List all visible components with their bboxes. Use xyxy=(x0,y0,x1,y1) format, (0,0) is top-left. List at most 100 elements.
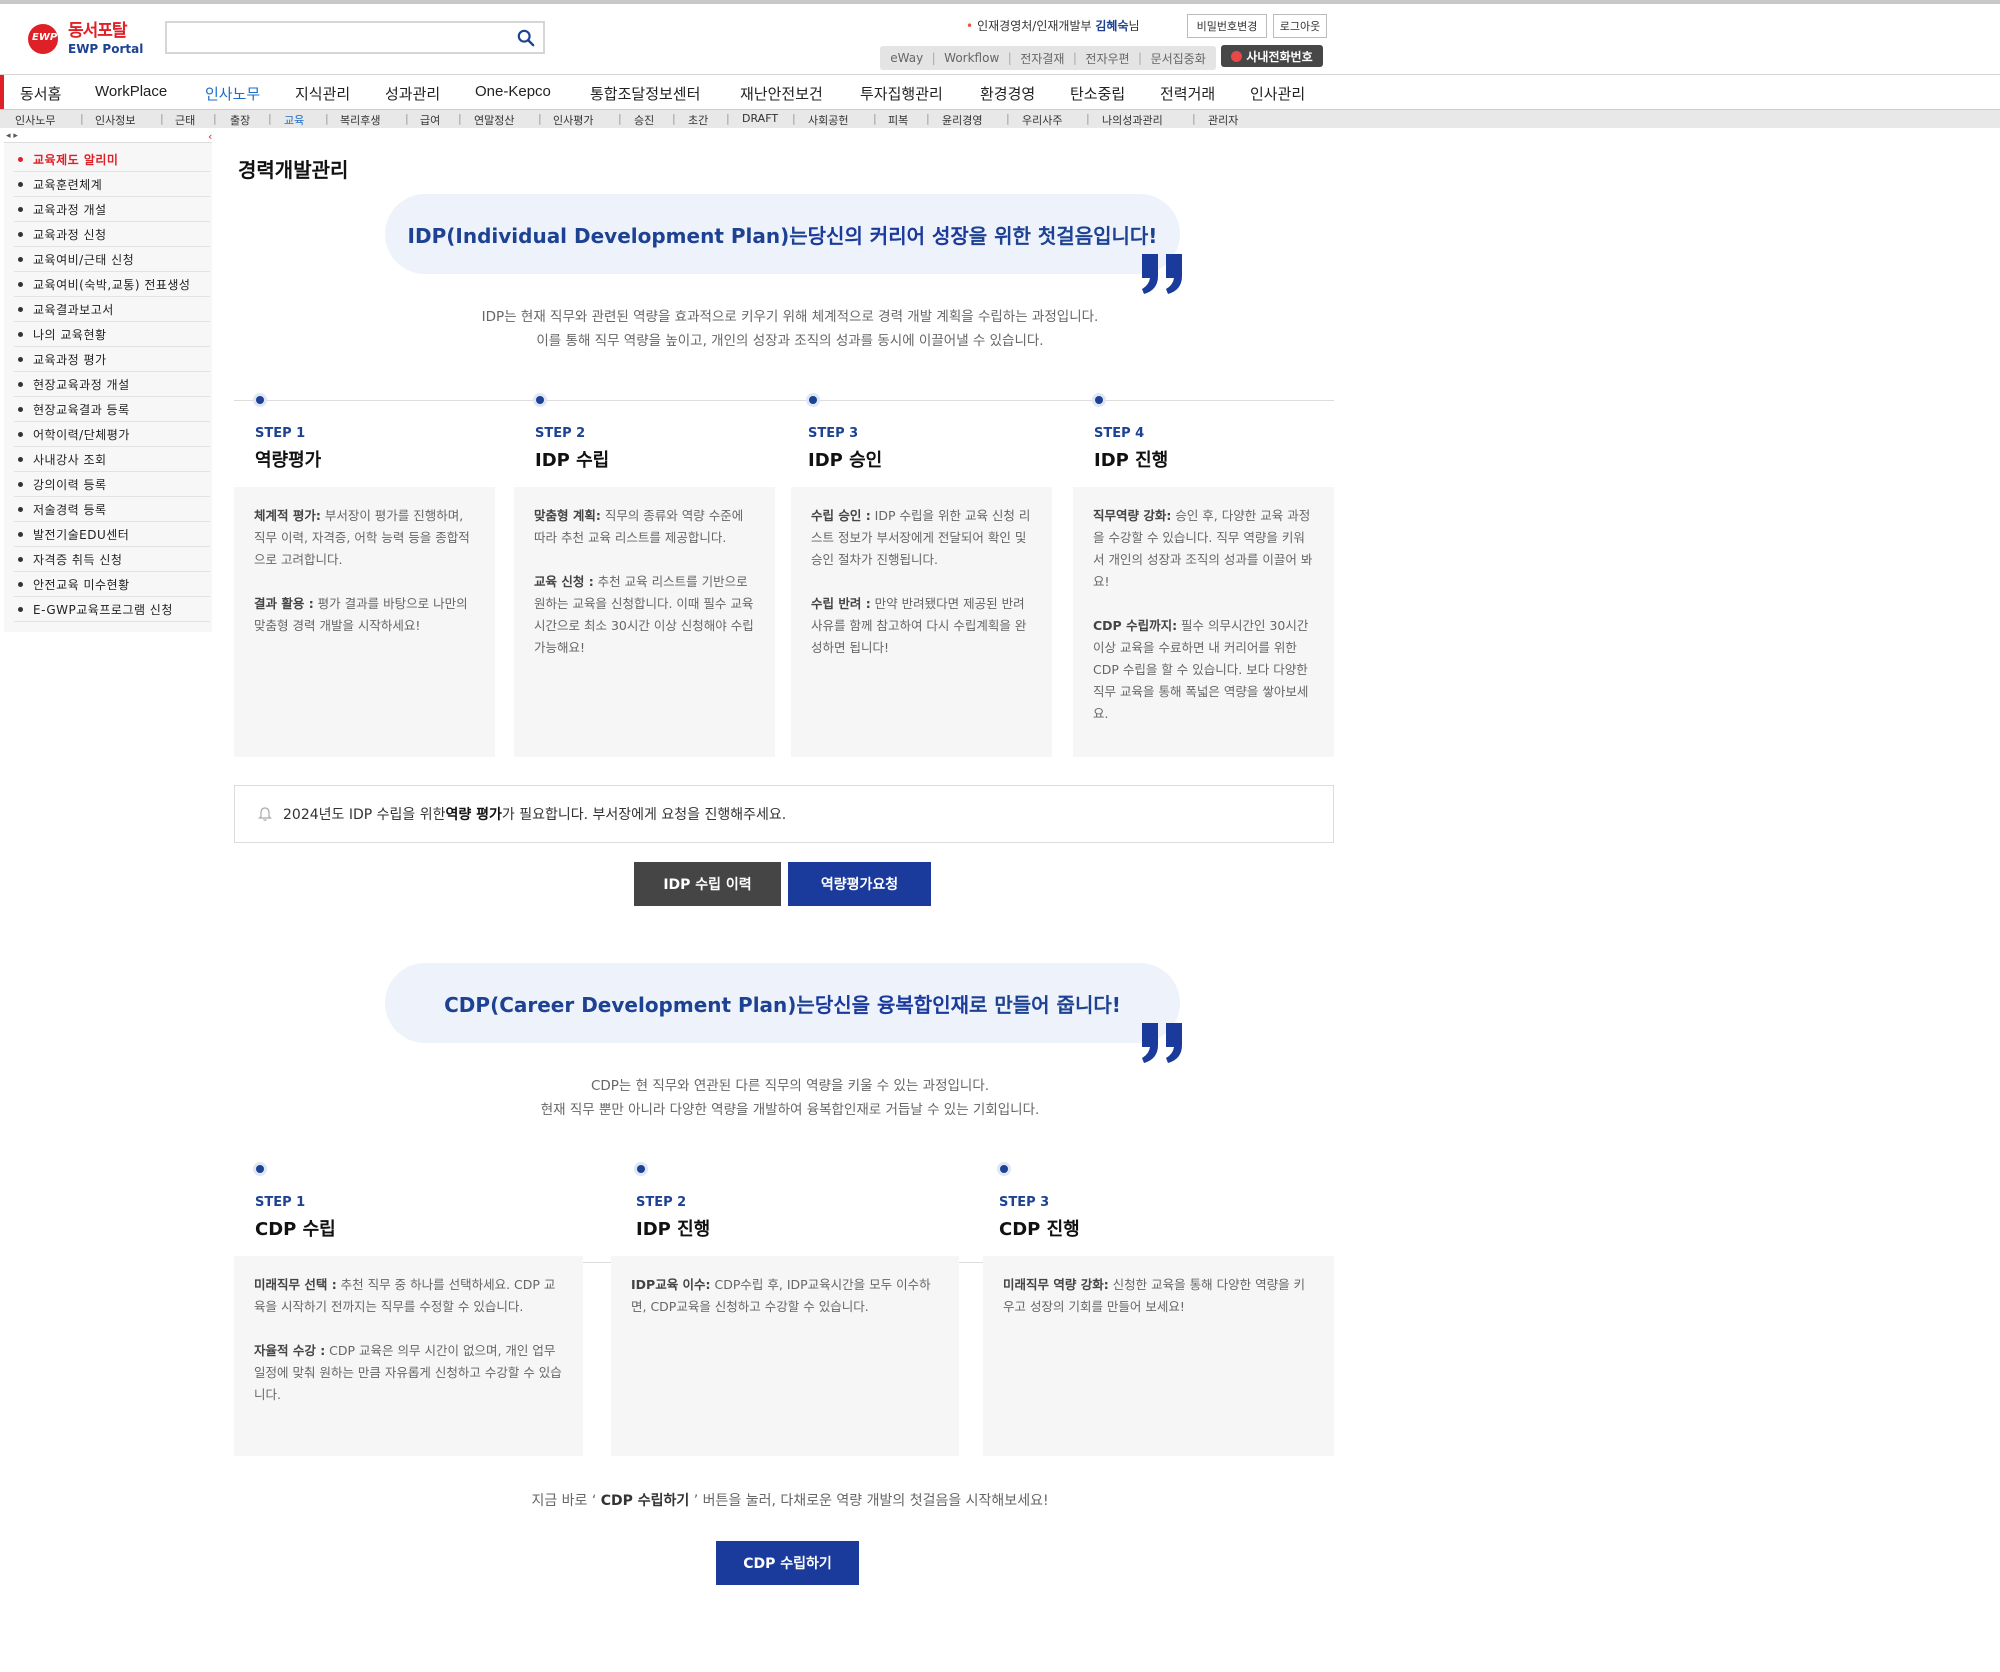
nav-item-hr-management[interactable]: 인사관리 xyxy=(1250,83,1305,104)
subnav-item-promotion[interactable]: 승진 xyxy=(634,112,654,128)
cdp-step-1-card: 미래직무 선택 : 추천 직무 중 하나를 선택하세요. CDP 교육을 시작하… xyxy=(234,1256,583,1456)
quick-link-email[interactable]: 전자우편 xyxy=(1085,50,1129,67)
step-dot xyxy=(806,393,820,407)
idp-step-4-title: IDP 진행 xyxy=(1094,450,1169,471)
sidebar-item-course-eval[interactable]: 교육과정 평가 xyxy=(14,347,210,372)
subnav-item-draft[interactable]: DRAFT xyxy=(742,112,778,125)
step-dot xyxy=(253,393,267,407)
search-icon[interactable] xyxy=(517,29,535,47)
quick-link-eway[interactable]: eWay xyxy=(890,51,923,65)
cdp-banner: CDP(Career Development Plan)는 당신을 융복합인재 로 … xyxy=(385,963,1180,1043)
nav-item-safety[interactable]: 재난안전보건 xyxy=(740,83,823,104)
sidebar-item-edu-guide[interactable]: 교육제도 알리미 xyxy=(14,147,210,172)
nav-item-performance[interactable]: 성과관리 xyxy=(385,83,440,104)
nav-item-environment[interactable]: 환경경영 xyxy=(980,83,1035,104)
sidebar-item-egwp[interactable]: E-GWP교육프로그램 신청 xyxy=(14,597,210,622)
nav-item-one-kepco[interactable]: One-Kepco xyxy=(475,83,551,100)
quote-icon xyxy=(1142,1023,1182,1063)
subnav-item-hr[interactable]: 인사노무 xyxy=(15,112,55,128)
sidebar-item-expense-apply[interactable]: 교육여비/근태 신청 xyxy=(14,247,210,272)
user-dept: 인재경영처/인재개발부 xyxy=(977,19,1092,33)
phone-directory-button[interactable]: 사내전화번호 xyxy=(1221,45,1323,67)
sidebar-item-my-education[interactable]: 나의 교육현황 xyxy=(14,322,210,347)
bell-icon xyxy=(258,807,272,821)
sidebar-item-field-course-open[interactable]: 현장교육과정 개설 xyxy=(14,372,210,397)
quick-link-approval[interactable]: 전자결재 xyxy=(1020,50,1064,67)
idp-step-4-number: STEP 4 xyxy=(1094,426,1145,441)
subnav-item-welfare[interactable]: 복리후생 xyxy=(340,112,380,128)
cdp-step-2-number: STEP 2 xyxy=(636,1195,687,1210)
nav-item-power-trade[interactable]: 전력거래 xyxy=(1160,83,1215,104)
nav-item-investment[interactable]: 투자집행관리 xyxy=(860,83,943,104)
subnav-item-uniform[interactable]: 피복 xyxy=(888,112,908,128)
sidebar-item-expense-slip[interactable]: 교육여비(숙박,교통) 전표생성 xyxy=(14,272,210,297)
ewp-logo-icon: EWP xyxy=(26,22,72,56)
subnav-item-education[interactable]: 교육 xyxy=(284,112,304,128)
sidebar-item-instructor[interactable]: 사내강사 조회 xyxy=(14,447,210,472)
subnav-item-attendance[interactable]: 근태 xyxy=(175,112,195,128)
sidebar-item-course-open[interactable]: 교육과정 개설 xyxy=(14,197,210,222)
sidebar-item-writing[interactable]: 저술경력 등록 xyxy=(14,497,210,522)
evaluation-notice: 2024년도 IDP 수립을 위한 역량 평가 가 필요합니다. 부서장에게 요청… xyxy=(234,785,1334,843)
cdp-connector xyxy=(959,1262,983,1263)
subnav-item-my-performance[interactable]: 나의성과관리 xyxy=(1102,112,1163,128)
idp-step-1-card: 체계적 평가: 부서장이 평가를 진행하며, 직무 이력, 자격증, 어학 능력… xyxy=(234,487,495,757)
logout-button[interactable]: 로그아웃 xyxy=(1273,14,1327,38)
nav-item-procurement[interactable]: 통합조달정보센터 xyxy=(590,83,700,104)
subnav-item-social[interactable]: 사회공헌 xyxy=(808,112,848,128)
evaluation-request-button[interactable]: 역량평가요청 xyxy=(788,862,931,906)
idp-step-1-number: STEP 1 xyxy=(255,426,306,441)
cdp-step-3-number: STEP 3 xyxy=(999,1195,1050,1210)
cdp-intro: CDP는 현 직무와 연관된 다른 직무의 역량을 키울 수 있는 과정입니다.… xyxy=(540,1078,1040,1118)
subnav-item-tax[interactable]: 연말정산 xyxy=(474,112,514,128)
quick-link-workflow[interactable]: Workflow xyxy=(944,51,999,65)
sidebar-item-course-apply[interactable]: 교육과정 신청 xyxy=(14,222,210,247)
user-name: 김혜숙 xyxy=(1095,19,1129,33)
nav-item-home[interactable]: 동서홈 xyxy=(20,83,61,104)
quick-link-documents[interactable]: 문서집중화 xyxy=(1151,50,1206,67)
nav-item-carbon[interactable]: 탄소중립 xyxy=(1070,83,1125,104)
sidebar-item-edu-center[interactable]: 발전기술EDU센터 xyxy=(14,522,210,547)
idp-step-4-card: 직무역량 강화: 승인 후, 다양한 교육 과정을 수강할 수 있습니다. 직무… xyxy=(1073,487,1334,757)
sidebar-item-safety-edu[interactable]: 안전교육 미수현황 xyxy=(14,572,210,597)
main-nav: 동서홈 WorkPlace 인사노무 지식관리 성과관리 One-Kepco 통… xyxy=(0,74,2000,109)
sidebar-item-field-result[interactable]: 현장교육결과 등록 xyxy=(14,397,210,422)
idp-history-button[interactable]: IDP 수립 이력 xyxy=(634,862,781,906)
subnav-item-chogan[interactable]: 초간 xyxy=(688,112,708,128)
idp-step-2-card: 맞춤형 계획: 직무의 종류와 역량 수준에 따라 추천 교육 리스트를 제공합… xyxy=(514,487,775,757)
phone-icon xyxy=(1231,50,1243,62)
cdp-step-2-card: IDP교육 이수: CDP수립 후, IDP교육시간을 모두 이수하면, CDP… xyxy=(611,1256,959,1456)
cdp-create-button[interactable]: CDP 수립하기 xyxy=(716,1541,859,1585)
top-border xyxy=(0,0,2000,4)
idp-step-3-card: 수립 승인 : IDP 수립을 위한 교육 신청 리스트 정보가 부서장에게 전… xyxy=(791,487,1052,757)
subnav-item-admin[interactable]: 관리자 xyxy=(1208,112,1238,128)
subnav-item-ethics[interactable]: 윤리경영 xyxy=(942,112,982,128)
search-input[interactable] xyxy=(167,23,497,52)
change-password-button[interactable]: 비밀번호변경 xyxy=(1187,14,1267,38)
idp-intro: IDP는 현재 직무와 관련된 역량을 효과적으로 키우기 위해 체계적으로 경… xyxy=(481,309,1099,349)
quote-icon xyxy=(1142,254,1182,294)
subnav-item-evaluation[interactable]: 인사평가 xyxy=(553,112,593,128)
subnav-item-stock[interactable]: 우리사주 xyxy=(1022,112,1062,128)
sidebar-item-license[interactable]: 자격증 취득 신청 xyxy=(14,547,210,572)
user-suffix: 님 xyxy=(1128,19,1140,33)
ewp-portal-logo[interactable]: EWP 동서포탈 EWP Portal xyxy=(26,22,146,56)
search-box xyxy=(165,21,545,54)
subnav-item-trip[interactable]: 출장 xyxy=(230,112,250,128)
sidebar-item-result-report[interactable]: 교육결과보고서 xyxy=(14,297,210,322)
sidebar-item-language[interactable]: 어학이력/단체평가 xyxy=(14,422,210,447)
nav-item-workplace[interactable]: WorkPlace xyxy=(95,83,167,100)
nav-item-hr[interactable]: 인사노무 xyxy=(205,83,260,104)
subnav-item-hr-info[interactable]: 인사정보 xyxy=(95,112,135,128)
step-dot xyxy=(997,1162,1011,1176)
subnav-item-salary[interactable]: 급여 xyxy=(420,112,440,128)
sidebar-item-lecture-history[interactable]: 강의이력 등록 xyxy=(14,472,210,497)
cdp-closing-text: 지금 바로 ‘ CDP 수립하기 ’ 버튼을 눌러, 다채로운 역량 개발의 첫… xyxy=(531,1493,1049,1509)
idp-step-3-title: IDP 승인 xyxy=(808,450,883,471)
sidebar-item-training-system[interactable]: 교육훈련체계 xyxy=(14,172,210,197)
sidebar: 교육제도 알리미 교육훈련체계 교육과정 개설 교육과정 신청 교육여비/근태 … xyxy=(4,142,212,632)
nav-item-knowledge[interactable]: 지식관리 xyxy=(295,83,350,104)
idp-step-1-title: 역량평가 xyxy=(255,450,322,471)
sidebar-arrows-icon[interactable]: ◂ ▸ xyxy=(6,131,18,141)
cdp-step-1-title: CDP 수립 xyxy=(255,1219,336,1240)
